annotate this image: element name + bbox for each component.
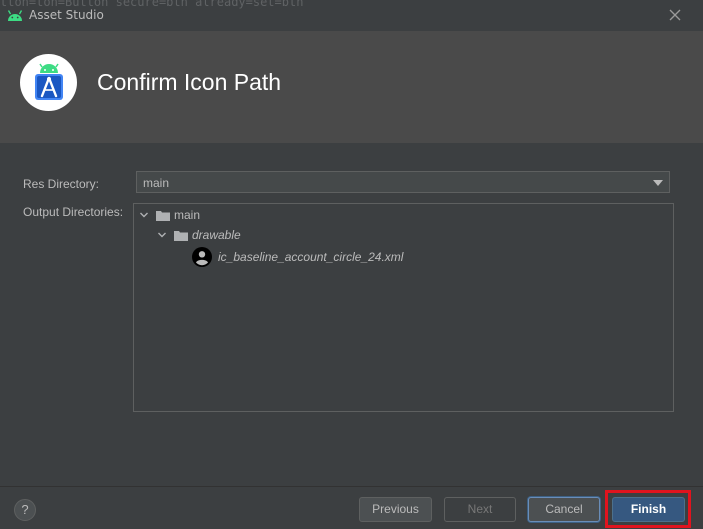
res-directory-label: Res Directory: bbox=[23, 177, 100, 191]
res-directory-value: main bbox=[143, 176, 170, 190]
chevron-down-icon[interactable] bbox=[138, 209, 150, 221]
help-button[interactable]: ? bbox=[14, 499, 36, 521]
finish-button[interactable]: Finish bbox=[612, 497, 685, 522]
dropdown-arrow-icon bbox=[653, 180, 663, 186]
tree-item-file[interactable]: ic_baseline_account_circle_24.xml bbox=[192, 247, 404, 267]
folder-icon bbox=[156, 210, 170, 221]
folder-icon bbox=[174, 230, 188, 241]
account-circle-icon bbox=[192, 247, 212, 267]
close-icon[interactable] bbox=[667, 7, 683, 23]
page-title: Confirm Icon Path bbox=[97, 69, 282, 95]
output-directories-label: Output Directories: bbox=[23, 205, 124, 219]
tree-item-main[interactable]: main bbox=[138, 206, 200, 224]
android-studio-logo bbox=[20, 54, 77, 111]
tree-item-file-label: ic_baseline_account_circle_24.xml bbox=[218, 250, 404, 264]
title-bar: tton=ton=Button secure=btn already=set=b… bbox=[0, 0, 703, 32]
window-title: Asset Studio bbox=[29, 8, 104, 22]
tree-item-main-label: main bbox=[174, 208, 201, 222]
tree-item-drawable[interactable]: drawable bbox=[156, 226, 241, 244]
cancel-button[interactable]: Cancel bbox=[528, 497, 600, 522]
android-icon bbox=[7, 10, 23, 21]
chevron-down-icon[interactable] bbox=[156, 229, 168, 241]
asset-studio-dialog: tton=ton=Button secure=btn already=set=b… bbox=[0, 0, 703, 529]
tree-item-drawable-label: drawable bbox=[192, 228, 241, 242]
output-directories-tree[interactable]: main drawable ic_baseline_account_circle… bbox=[133, 203, 674, 412]
previous-button[interactable]: Previous bbox=[359, 497, 432, 522]
header-banner: Confirm Icon Path bbox=[0, 31, 703, 143]
next-button[interactable]: Next bbox=[444, 497, 516, 522]
res-directory-select[interactable]: main bbox=[136, 171, 670, 193]
